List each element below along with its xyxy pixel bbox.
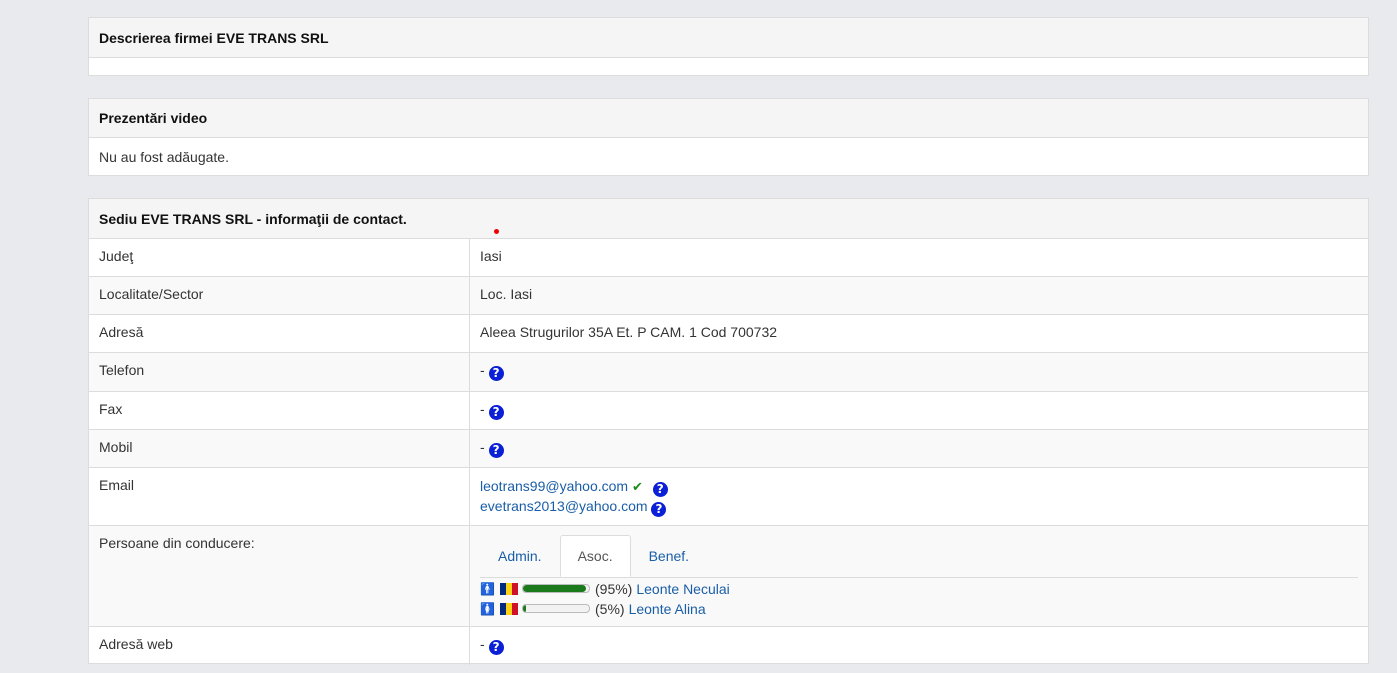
panel-heading: Prezentări video <box>89 99 1368 138</box>
table-row: Adresă web - ? <box>89 626 1368 665</box>
management-tabs: Admin. Asoc. Benef. <box>480 535 1358 578</box>
help-icon[interactable]: ? <box>652 482 668 497</box>
email-label: Email <box>89 467 470 526</box>
romania-flag-icon <box>500 602 518 615</box>
email-link[interactable]: evetrans2013@yahoo.com <box>480 498 648 514</box>
locality-label: Localitate/Sector <box>89 276 470 315</box>
web-label: Adresă web <box>89 626 470 665</box>
contact-title: Sediu EVE TRANS SRL - informaţii de cont… <box>99 210 407 227</box>
share-bar <box>522 584 590 593</box>
phone-value: - <box>480 362 485 378</box>
share-bar <box>522 604 590 613</box>
table-row: Adresă Aleea Strugurilor 35A Et. P CAM. … <box>89 314 1368 353</box>
email-line: evetrans2013@yahoo.com ? <box>480 497 1358 517</box>
tab-asoc[interactable]: Asoc. <box>559 535 631 577</box>
description-title: Descrierea firmei EVE TRANS SRL <box>99 29 329 46</box>
video-presentations-panel: Prezentări video Nu au fost adăugate. <box>88 98 1369 176</box>
county-value: Iasi <box>469 238 1368 277</box>
video-title: Prezentări video <box>99 110 208 126</box>
web-value: - <box>480 636 485 652</box>
romania-flag-icon <box>500 582 518 595</box>
share-percent: (95%) <box>595 580 633 597</box>
table-row: Telefon - ? <box>89 352 1368 392</box>
list-item: 🚺 (5%) Leonte Alina <box>480 599 1358 618</box>
red-dot-marker <box>494 229 499 234</box>
tab-benef[interactable]: Benef. <box>631 535 707 578</box>
phone-label: Telefon <box>89 352 470 392</box>
share-percent: (5%) <box>595 600 625 617</box>
fax-label: Fax <box>89 391 470 430</box>
company-description-panel: Descrierea firmei EVE TRANS SRL <box>88 17 1369 76</box>
fax-cell: - ? <box>469 391 1368 430</box>
table-row: Persoane din conducere: Admin. Asoc. Ben… <box>89 525 1368 627</box>
help-icon[interactable]: ? <box>488 443 504 458</box>
contact-table: Judeţ Iasi Localitate/Sector Loc. Iasi A… <box>89 238 1368 665</box>
mobile-cell: - ? <box>469 429 1368 468</box>
table-row: Email leotrans99@yahoo.com ✔ ? evetrans2… <box>89 467 1368 526</box>
help-icon[interactable]: ? <box>488 366 504 381</box>
verified-check-icon: ✔ <box>631 480 643 495</box>
panel-heading: Sediu EVE TRANS SRL - informaţii de cont… <box>89 199 1368 238</box>
table-row: Fax - ? <box>89 391 1368 430</box>
address-value: Aleea Strugurilor 35A Et. P CAM. 1 Cod 7… <box>469 314 1368 353</box>
locality-value: Loc. Iasi <box>469 276 1368 315</box>
email-link[interactable]: leotrans99@yahoo.com <box>480 478 628 494</box>
county-label: Judeţ <box>89 238 470 277</box>
share-bar-fill <box>523 605 527 612</box>
male-person-icon: 🚹 <box>480 581 495 596</box>
help-icon[interactable]: ? <box>488 405 504 420</box>
panel-body: Nu au fost adăugate. <box>89 138 1368 175</box>
female-person-icon: 🚺 <box>480 601 495 616</box>
tab-admin[interactable]: Admin. <box>480 535 560 578</box>
help-icon[interactable]: ? <box>488 640 504 655</box>
mobile-label: Mobil <box>89 429 470 468</box>
address-label: Adresă <box>89 314 470 353</box>
person-link[interactable]: Leonte Neculai <box>636 581 729 597</box>
mobile-value: - <box>480 439 485 455</box>
person-link[interactable]: Leonte Alina <box>629 601 706 617</box>
panel-heading: Descrierea firmei EVE TRANS SRL <box>89 18 1368 58</box>
web-cell: - ? <box>469 626 1368 665</box>
share-bar-fill <box>523 585 586 592</box>
table-row: Localitate/Sector Loc. Iasi <box>89 276 1368 315</box>
fax-value: - <box>480 401 485 417</box>
table-row: Mobil - ? <box>89 429 1368 468</box>
management-cell: Admin. Asoc. Benef. 🚹 (95%) Leonte Necul… <box>469 525 1368 627</box>
video-empty-text: Nu au fost adăugate. <box>99 148 229 165</box>
phone-cell: - ? <box>469 352 1368 392</box>
management-label: Persoane din conducere: <box>89 525 470 627</box>
email-line: leotrans99@yahoo.com ✔ ? <box>480 477 1358 497</box>
email-cell: leotrans99@yahoo.com ✔ ? evetrans2013@ya… <box>469 467 1368 526</box>
list-item: 🚹 (95%) Leonte Neculai <box>480 579 1358 598</box>
table-row: Judeţ Iasi <box>89 238 1368 277</box>
contact-info-panel: Sediu EVE TRANS SRL - informaţii de cont… <box>88 198 1369 665</box>
help-icon[interactable]: ? <box>651 502 667 517</box>
